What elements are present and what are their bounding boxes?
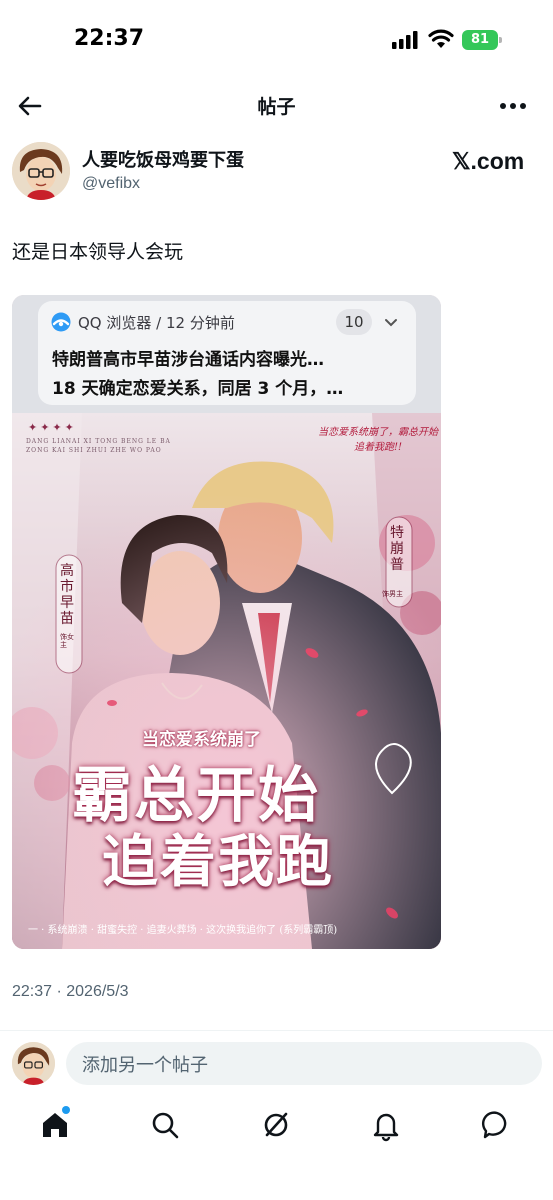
poster-title-line2: 追着我跑 — [102, 829, 334, 895]
x-logo: 𝕏.com — [452, 148, 525, 174]
author-handle[interactable]: @vefibx — [82, 175, 140, 193]
notification-screenshot: QQ 浏览器 / 12 分钟前 10 特朗普高市早苗涉台通话内容曝光… 18 天… — [12, 295, 441, 413]
chevron-down-icon — [385, 319, 397, 327]
post-image[interactable]: QQ 浏览器 / 12 分钟前 10 特朗普高市早苗涉台通话内容曝光… 18 天… — [12, 295, 441, 949]
signal-icon — [392, 31, 418, 49]
page-title: 帖子 — [257, 96, 296, 118]
top-bar: 帖子 — [0, 82, 553, 130]
poster-tagline-top: 当恋爱系统崩了，霸总开始追着我跑!! — [318, 427, 438, 453]
reply-placeholder: 添加另一个帖子 — [82, 1054, 208, 1076]
drama-poster: ✦✦✦✦ DANG LIANAI XI TONG BENG LE BA ZONG… — [12, 413, 441, 949]
post-timestamp[interactable]: 22:37 · 2026/5/3 — [12, 983, 129, 1001]
messages-icon[interactable] — [480, 1108, 514, 1142]
current-user-avatar — [12, 1042, 55, 1085]
reply-input[interactable]: 添加另一个帖子 — [66, 1042, 542, 1085]
status-bar: 22:37 81 — [0, 0, 553, 80]
notifications-icon[interactable] — [369, 1108, 403, 1142]
author-display-name[interactable]: 人要吃饭母鸡要下蛋 — [82, 146, 244, 172]
more-options-icon[interactable] — [498, 92, 528, 120]
bottom-nav — [0, 1100, 553, 1200]
notification-headline: 特朗普高市早苗涉台通话内容曝光… — [52, 350, 324, 370]
poster-actor-label: 特崩普 — [390, 525, 404, 573]
poster-tagline-bottom: 一 · 系统崩溃 · 甜蜜失控 · 追妻火葬场 · 这次换我追你了 (系列霸霸顶… — [28, 925, 338, 936]
poster-pinyin: DANG LIANAI XI TONG BENG LE BA ZONG KAI … — [26, 438, 171, 454]
battery-level: 81 — [470, 32, 490, 47]
notification-card: QQ 浏览器 / 12 分钟前 10 特朗普高市早苗涉台通话内容曝光… 18 天… — [38, 301, 416, 405]
author-avatar[interactable] — [12, 142, 70, 200]
qq-browser-icon — [51, 312, 71, 332]
poster-actress-label: 高市早苗 — [60, 563, 74, 627]
home-notification-dot — [62, 1106, 70, 1114]
wifi-icon — [428, 29, 454, 48]
poster-actress-role: 饰女主 — [60, 633, 74, 649]
notification-subline: 18 天确定恋爱关系，同居 3 个月，… — [52, 379, 344, 399]
grok-icon[interactable] — [259, 1108, 293, 1142]
search-icon[interactable] — [148, 1108, 182, 1142]
notification-count: 10 — [336, 309, 372, 335]
post-text: 还是日本领导人会玩 — [12, 241, 184, 263]
battery-indicator: 81 — [462, 30, 502, 50]
notification-app-label: QQ 浏览器 / 12 分钟前 — [78, 314, 235, 332]
status-time: 22:37 — [74, 26, 145, 51]
divider — [0, 1030, 553, 1031]
poster-ornament: ✦✦✦✦ — [28, 421, 77, 434]
poster-actor-role: 饰男主 — [382, 590, 403, 598]
